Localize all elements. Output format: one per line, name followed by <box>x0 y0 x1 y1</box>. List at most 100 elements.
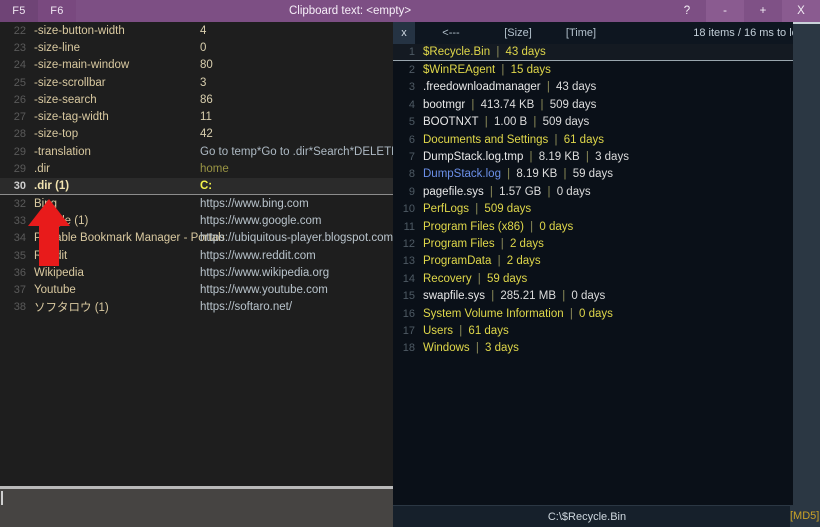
file-list-item[interactable]: 10 PerfLogs | 509 days <box>393 201 820 218</box>
file-list-item[interactable]: 3 .freedownloadmanager | 43 days <box>393 79 820 96</box>
back-button[interactable]: <--- <box>415 27 487 39</box>
file-entry-text: swapfile.sys | 285.21 MB | 0 days <box>423 290 605 302</box>
file-list-item[interactable]: 2 $WinREAgent | 15 days <box>393 61 820 78</box>
file-age: 2 days <box>506 255 541 268</box>
file-age: 0 days <box>579 307 613 320</box>
file-row-number: 4 <box>408 98 415 111</box>
settings-row[interactable]: 26 -size-search 86 <box>0 91 393 108</box>
time-column-header[interactable]: [Time] <box>549 27 613 39</box>
file-list-item[interactable]: 17 Users | 61 days <box>393 322 820 339</box>
file-list-item[interactable]: 1 $Recycle.Bin | 43 days <box>393 44 820 62</box>
file-list-item[interactable]: 7 DumpStack.log.tmp | 8.19 KB | 3 days <box>393 148 820 165</box>
settings-row[interactable]: 33 Google (1) https://www.google.com <box>0 212 393 229</box>
file-row-number: 6 <box>408 133 415 146</box>
settings-row[interactable]: 22 -size-button-width 4 <box>0 22 393 39</box>
row-number: 30 <box>13 179 26 192</box>
field-separator: | <box>494 255 504 268</box>
file-entry-text: pagefile.sys | 1.57 GB | 0 days <box>423 186 591 198</box>
field-separator: | <box>526 151 536 164</box>
file-entry-text: Recovery | 59 days <box>423 273 527 285</box>
settings-row[interactable]: 25 -size-scrollbar 3 <box>0 74 393 91</box>
file-row-number: 8 <box>408 168 415 181</box>
settings-row[interactable]: 29 -translation Go to temp*Go to .dir*Sear… <box>0 143 393 160</box>
file-name: Users <box>423 324 454 337</box>
setting-value: 42 <box>200 128 213 141</box>
setting-key: ソフタロウ (1) <box>34 302 109 315</box>
vertical-scrollbar[interactable] <box>793 22 820 527</box>
setting-key: -translation <box>34 145 91 158</box>
file-size: 8.19 KB <box>538 151 580 164</box>
field-separator: | <box>486 185 497 198</box>
file-name: Program Files <box>423 237 495 250</box>
file-name: .freedownloadmanager <box>423 81 541 94</box>
file-list-item[interactable]: 14 Recovery | 59 days <box>393 270 820 287</box>
settings-row[interactable]: 36 Wikipedia https://www.wikipedia.org <box>0 264 393 281</box>
file-name: Windows <box>423 342 470 355</box>
settings-row[interactable]: 38 ソフタロウ (1) https://softaro.net/ <box>0 299 393 316</box>
settings-row[interactable]: 28 -size-top 42 <box>0 126 393 143</box>
field-separator: | <box>472 342 483 355</box>
file-name: bootmgr <box>423 98 466 111</box>
row-number: 29 <box>13 163 26 176</box>
file-list-item[interactable]: 8 DumpStack.log | 8.19 KB | 59 days <box>393 166 820 183</box>
setting-key: Youtube <box>34 284 76 297</box>
maximize-button[interactable]: + <box>744 0 782 22</box>
row-number: 37 <box>13 284 26 297</box>
file-browser-panel: x <--- [Size] [Time] 18 items / 16 ms to… <box>393 22 820 527</box>
file-list-item[interactable]: 11 Program Files (x86) | 0 days <box>393 218 820 235</box>
settings-row[interactable]: 29 .dir home <box>0 160 393 177</box>
file-entry-text: DumpStack.log | 8.19 KB | 59 days <box>423 168 613 180</box>
file-list-item[interactable]: 5 BOOTNXT | 1.00 B | 509 days <box>393 114 820 131</box>
size-column-header[interactable]: [Size] <box>487 27 549 39</box>
settings-row[interactable]: 34 Portable Bookmark Manager - Portab http… <box>0 230 393 247</box>
window-title: Clipboard text: <empty> <box>288 5 412 17</box>
settings-list-panel[interactable]: 22 -size-button-width 4 23 -size-line 0 24 -siz… <box>0 22 393 486</box>
file-age: 61 days <box>563 133 604 146</box>
close-button[interactable]: X <box>782 0 820 22</box>
setting-value: 3 <box>200 76 207 89</box>
file-name: Documents and Settings <box>423 133 549 146</box>
window-controls: ? - + X <box>668 0 820 22</box>
setting-value: https://www.wikipedia.org <box>200 266 330 279</box>
settings-row[interactable]: 35 Reddit https://www.reddit.com <box>0 247 393 264</box>
settings-row[interactable]: 27 -size-tag-width 11 <box>0 108 393 125</box>
settings-row[interactable]: 37 Youtube https://www.youtube.com <box>0 281 393 298</box>
file-entry-text: $Recycle.Bin | 43 days <box>423 46 546 58</box>
file-list-item[interactable]: 4 bootmgr | 413.74 KB | 509 days <box>393 96 820 113</box>
file-list-item[interactable]: 12 Program Files | 2 days <box>393 235 820 252</box>
minimize-button[interactable]: - <box>706 0 744 22</box>
file-name: Program Files (x86) <box>423 220 524 233</box>
settings-row[interactable]: 23 -size-line 0 <box>0 39 393 56</box>
row-number: 24 <box>13 59 26 72</box>
file-list-item[interactable]: 9 pagefile.sys | 1.57 GB | 0 days <box>393 183 820 200</box>
settings-row[interactable]: 24 -size-main-window 80 <box>0 57 393 74</box>
file-entry-text: Users | 61 days <box>423 325 509 337</box>
left-input-area[interactable] <box>0 489 393 527</box>
settings-row[interactable]: 30 .dir (1) C: <box>0 177 393 195</box>
file-name: swapfile.sys <box>423 290 485 303</box>
field-separator: | <box>493 46 503 59</box>
file-entry-text: System Volume Information | 0 days <box>423 308 613 320</box>
file-age: 0 days <box>556 185 591 198</box>
field-separator: | <box>526 220 537 233</box>
f5-button[interactable]: F5 <box>0 0 38 22</box>
setting-key: .dir <box>34 163 50 176</box>
md5-label[interactable]: [MD5] <box>790 505 820 527</box>
file-list[interactable]: 1 $Recycle.Bin | 43 days 2 $WinREAgent | 15… <box>393 44 820 357</box>
row-number: 22 <box>13 24 26 37</box>
file-list-item[interactable]: 6 Documents and Settings | 61 days <box>393 131 820 148</box>
scrollbar-thumb[interactable] <box>793 22 820 24</box>
file-list-item[interactable]: 13 ProgramData | 2 days <box>393 253 820 270</box>
close-panel-button[interactable]: x <box>393 22 415 44</box>
file-list-item[interactable]: 15 swapfile.sys | 285.21 MB | 0 days <box>393 287 820 304</box>
help-button[interactable]: ? <box>668 0 706 22</box>
field-separator: | <box>468 98 478 111</box>
file-list-item[interactable]: 16 System Volume Information | 0 days <box>393 305 820 322</box>
file-age: 43 days <box>505 46 546 59</box>
file-row-number: 10 <box>402 203 415 216</box>
file-list-item[interactable]: 18 Windows | 3 days <box>393 340 820 357</box>
title-bar: F5 F6 Clipboard text: <empty> ? - + X <box>0 0 820 22</box>
settings-row[interactable]: 32 Bing https://www.bing.com <box>0 195 393 212</box>
field-separator: | <box>543 81 554 94</box>
file-name: DumpStack.log.tmp <box>423 151 524 164</box>
